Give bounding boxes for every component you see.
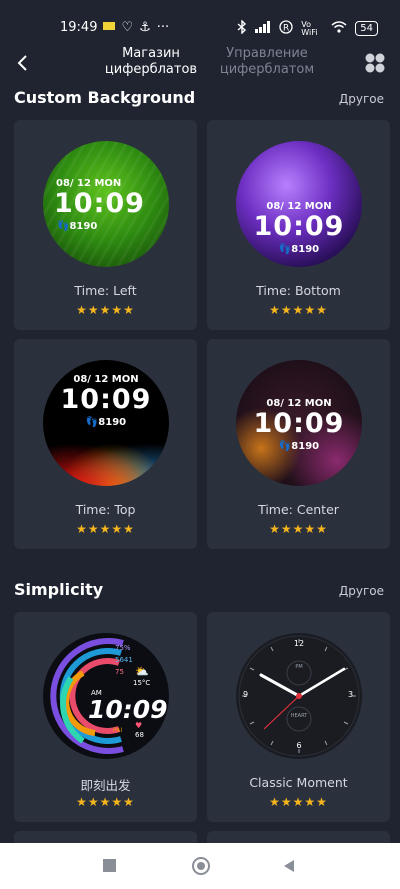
watchface-card-jike-chufa[interactable]: 75% 5641 75 ⛅ 15°C AM 10:09 PAI ♥ 68 即刻出… <box>14 612 197 822</box>
face-steps: 👣8190 <box>278 441 320 452</box>
watchface-card-time-top[interactable]: 08/ 12 MON 10:09 👣8190 Time: Top ★★★★★ <box>14 339 197 549</box>
face-time: 10:09 <box>253 211 345 242</box>
watchface-preview: 08/ 12 MON 10:09 👣8190 <box>43 360 169 486</box>
home-button[interactable] <box>192 857 210 875</box>
star-rating: ★★★★★ <box>269 303 328 317</box>
volte-icon: Vo WiFi <box>301 19 318 37</box>
footsteps-icon: 👣 <box>85 417 99 428</box>
watchface-card-classic-moment[interactable]: 12 3 6 9 PM HEART Classic Moment ★★★★★ <box>207 612 390 822</box>
card-label: Time: Center <box>258 502 339 517</box>
more-dots-icon: ··· <box>156 20 170 35</box>
face-steps: 👣8190 <box>57 221 98 232</box>
more-link-simplicity[interactable]: Другое <box>339 584 384 598</box>
status-bar: 19:49 ♡ ⚓ ··· R Vo WiFi 54 <box>0 0 400 40</box>
watchface-card-time-left[interactable]: 08/ 12 MON 10:09 👣8190 Time: Left ★★★★★ <box>14 120 197 330</box>
temperature: 15°C <box>133 679 151 687</box>
more-link-custom-background[interactable]: Другое <box>339 92 384 106</box>
wifi-icon <box>331 21 347 36</box>
r-icon: R <box>279 20 293 37</box>
watchface-card-time-bottom[interactable]: 08/ 12 MON 10:09 👣8190 Time: Bottom ★★★★… <box>207 120 390 330</box>
home-dot <box>197 862 205 870</box>
tab-watchface-management[interactable]: Управление циферблатом <box>212 46 322 78</box>
back-button[interactable] <box>12 52 34 74</box>
pai-label: PAI <box>113 727 123 734</box>
heart-label: HEART <box>290 713 308 719</box>
grid-icon <box>365 53 385 73</box>
watchface-card-time-center[interactable]: 08/ 12 MON 10:09 👣8190 Time: Center ★★★★… <box>207 339 390 549</box>
ring-value-1: 75% <box>115 644 131 652</box>
heart-rate: 68 <box>135 731 144 739</box>
card-label: Time: Bottom <box>256 283 341 298</box>
card-label: Time: Left <box>74 283 137 298</box>
star-rating: ★★★★★ <box>269 522 328 536</box>
footsteps-icon: 👣 <box>278 244 292 255</box>
footsteps-icon: 👣 <box>278 441 292 452</box>
card-label: 即刻出发 <box>80 778 131 793</box>
card-label: Classic Moment <box>249 775 348 790</box>
watchface-preview: 12 3 6 9 PM HEART <box>236 633 362 759</box>
heart-monitor-icon: ♡ <box>121 20 134 35</box>
watchface-preview: 08/ 12 MON 10:09 👣8190 <box>43 141 169 267</box>
signal-icon <box>255 21 271 36</box>
chevron-left-icon <box>17 55 27 71</box>
watchface-preview: 08/ 12 MON 10:09 👣8190 <box>236 360 362 486</box>
face-time: 10:09 <box>88 695 168 724</box>
pm-label: PM <box>295 664 303 670</box>
numeral-9: 9 <box>243 690 249 699</box>
tab-watchface-store[interactable]: Магазин циферблатов <box>96 46 206 78</box>
ring-value-3: 75 <box>115 668 124 676</box>
face-steps: 👣8190 <box>85 417 127 428</box>
top-navigation: Магазин циферблатов Управление циферблат… <box>0 42 400 84</box>
grid-menu-button[interactable] <box>364 52 386 74</box>
svg-text:R: R <box>283 24 289 34</box>
star-rating: ★★★★★ <box>76 522 135 536</box>
system-navigation-bar <box>0 843 400 889</box>
back-nav-button[interactable] <box>283 858 295 877</box>
card-label: Time: Top <box>75 502 136 517</box>
face-time: 10:09 <box>253 408 345 439</box>
ring-value-2: 5641 <box>115 656 133 664</box>
bluetooth-icon <box>237 19 247 37</box>
boat-icon: ⚓ <box>139 20 151 35</box>
star-rating: ★★★★★ <box>76 795 135 809</box>
face-time: 10:09 <box>54 188 145 219</box>
sim-card-icon <box>103 20 116 35</box>
battery-indicator: 54 <box>355 21 378 36</box>
footsteps-icon: 👣 <box>57 221 70 232</box>
numeral-6: 6 <box>296 741 302 750</box>
heart-icon: ♥ <box>135 721 143 730</box>
star-rating: ★★★★★ <box>76 303 135 317</box>
status-time: 19:49 <box>60 20 98 35</box>
watchface-preview: 75% 5641 75 ⛅ 15°C AM 10:09 PAI ♥ 68 <box>43 633 169 759</box>
section-title-custom-background: Custom Background <box>14 88 196 107</box>
numeral-3: 3 <box>348 690 354 699</box>
recents-button[interactable] <box>103 859 116 872</box>
section-title-simplicity: Simplicity <box>14 580 104 599</box>
star-rating: ★★★★★ <box>269 795 328 809</box>
triangle-back-icon <box>284 860 294 872</box>
face-time: 10:09 <box>60 384 152 415</box>
face-steps: 👣8190 <box>278 244 320 255</box>
weather-icon: ⛅ <box>135 665 149 678</box>
numeral-12: 12 <box>293 639 305 648</box>
watchface-preview: 08/ 12 MON 10:09 👣8190 <box>236 141 362 267</box>
